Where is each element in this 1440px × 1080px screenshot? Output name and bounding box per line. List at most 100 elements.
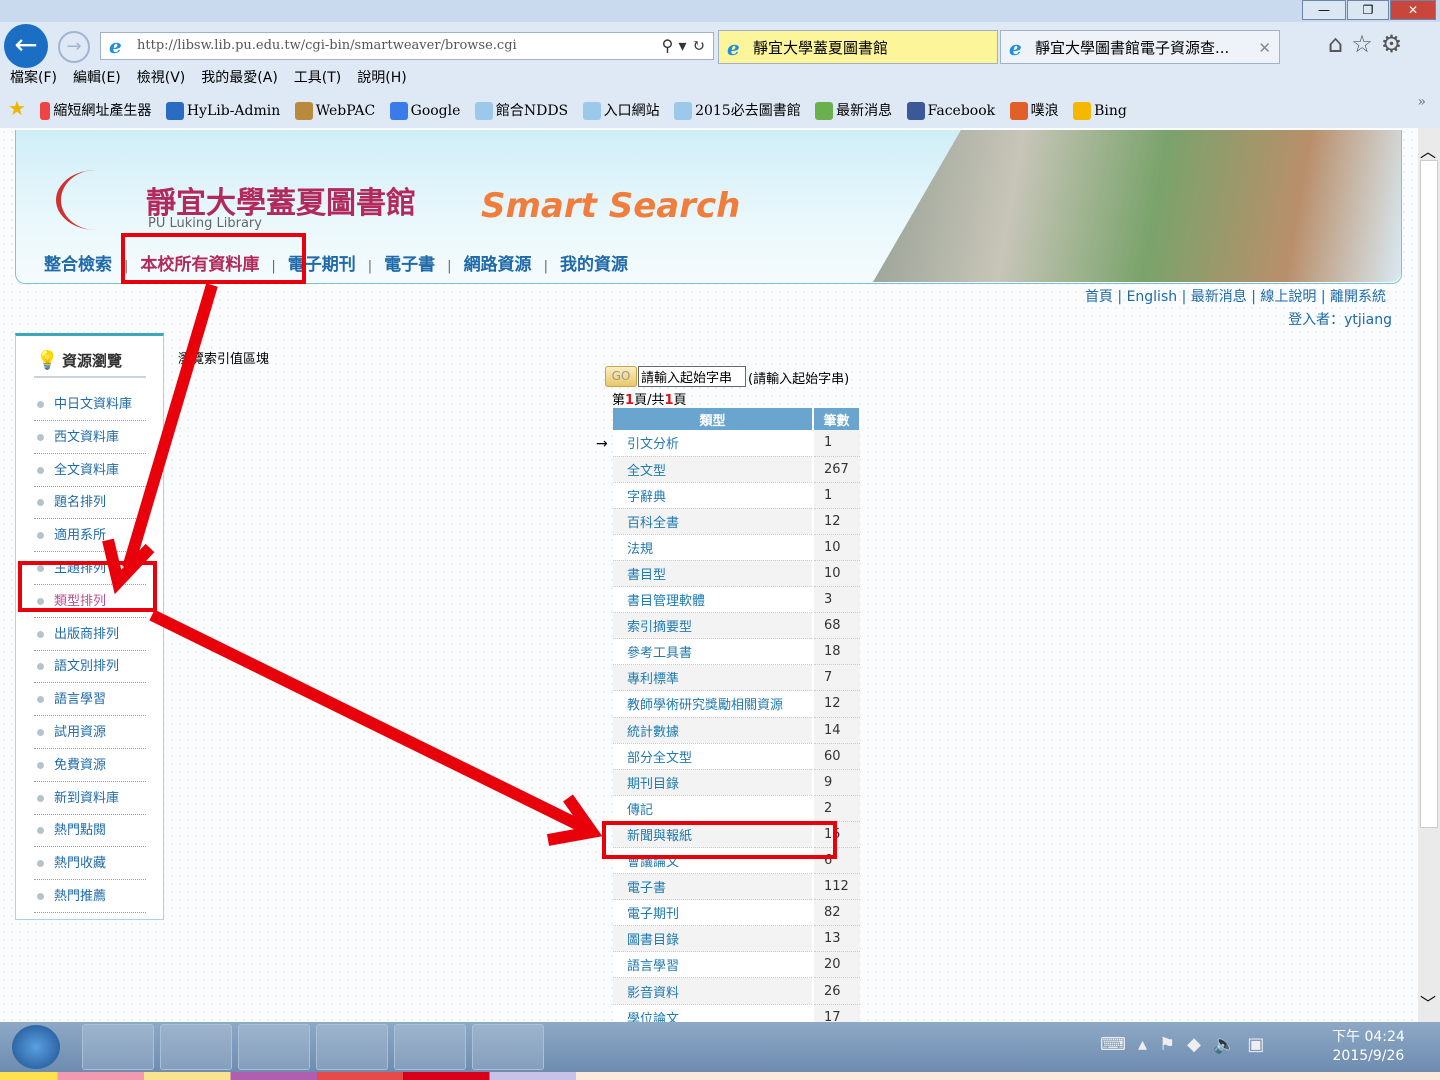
restore-button[interactable]: ❐ — [1347, 0, 1389, 20]
annotation-box-sidebar — [18, 561, 157, 612]
sidebar-item[interactable]: 新到資料庫 — [34, 782, 146, 815]
menu-favorites[interactable]: 我的最愛(A) — [201, 70, 278, 86]
back-button[interactable]: ← — [4, 24, 48, 68]
sidebar-item[interactable]: 西文資料庫 — [34, 421, 146, 454]
menu-view[interactable]: 檢視(V) — [137, 70, 186, 86]
sidebar-item[interactable]: 試用資源 — [34, 716, 146, 749]
type-link[interactable]: 教師學術研究獎勵相關資源 — [613, 690, 813, 718]
fav-item[interactable]: 縮短網址產生器 — [40, 102, 151, 120]
taskbar-explorer[interactable] — [82, 1024, 154, 1070]
type-link[interactable]: 書目管理軟體 — [613, 586, 813, 614]
type-link[interactable]: 期刊目錄 — [613, 769, 813, 796]
fav-item[interactable]: 入口網站 — [582, 102, 660, 120]
type-link[interactable]: 傳記 — [613, 795, 813, 822]
sidebar-item[interactable]: 熱門推薦 — [34, 880, 146, 913]
sidebar-item[interactable]: 熱門收藏 — [34, 847, 146, 881]
start-string-input[interactable] — [638, 366, 746, 387]
fav-item[interactable]: 館合NDDS — [474, 102, 568, 120]
sidebar-item[interactable]: 中日文資料庫 — [34, 388, 146, 421]
menu-tools[interactable]: 工具(T) — [294, 70, 341, 86]
scrollbar-thumb[interactable] — [1420, 160, 1438, 828]
type-link[interactable]: 書目型 — [613, 560, 813, 588]
menu-file[interactable]: 檔案(F) — [10, 70, 57, 86]
nav-my-resources[interactable]: 我的資源 — [560, 255, 628, 275]
type-link[interactable]: 法規 — [613, 534, 813, 561]
type-link[interactable]: 全文型 — [613, 456, 813, 483]
type-link[interactable]: 參考工具書 — [613, 638, 813, 666]
taskbar-firefox[interactable] — [394, 1024, 466, 1070]
type-link[interactable]: 百科全書 — [613, 508, 813, 535]
nav-ebooks[interactable]: 電子書 — [384, 255, 435, 275]
sidebar-item[interactable]: 出版商排列 — [34, 618, 146, 651]
table-row: 全文型 267 — [613, 456, 860, 483]
tab-active[interactable]: e 靜宜大學蓋夏圖書館 — [718, 30, 998, 64]
scroll-down-icon[interactable]: ﹀ — [1420, 990, 1436, 1014]
taskbar-ie[interactable] — [238, 1024, 310, 1070]
type-link[interactable]: 統計數據 — [613, 717, 813, 744]
count-cell: 17 — [812, 1004, 860, 1022]
table-row: 書目型 10 — [613, 560, 860, 588]
link-logout[interactable]: 離開系統 — [1330, 289, 1386, 305]
favorites-star-icon[interactable]: ★ — [8, 96, 26, 120]
fav-item[interactable]: 最新消息 — [815, 102, 892, 120]
col-count[interactable]: 筆數 — [813, 408, 861, 430]
fav-item[interactable]: 2015必去圖書館 — [674, 102, 801, 120]
link-help[interactable]: 線上說明 — [1260, 289, 1316, 305]
more-favorites-chevron[interactable]: » — [1417, 86, 1426, 118]
type-link[interactable]: 電子期刊 — [613, 899, 813, 927]
col-type[interactable]: 類型 — [613, 408, 814, 430]
type-link[interactable]: 字辭典 — [613, 482, 813, 509]
menu-help[interactable]: 說明(H) — [357, 70, 406, 86]
taskbar-powerpoint[interactable] — [472, 1024, 544, 1070]
fav-item[interactable]: Facebook — [906, 102, 995, 120]
minimize-button[interactable]: — — [1302, 0, 1346, 20]
nav-integrated-search[interactable]: 整合檢索 — [44, 255, 112, 275]
sidebar-item[interactable]: 題名排列 — [34, 486, 146, 520]
link-english[interactable]: English — [1127, 289, 1178, 305]
type-link[interactable]: 部分全文型 — [613, 743, 813, 770]
campus-photo — [873, 130, 1401, 282]
fav-item[interactable]: Google — [389, 102, 460, 120]
fav-item[interactable]: Bing — [1073, 102, 1127, 120]
menu-edit[interactable]: 編輯(E) — [73, 70, 121, 86]
type-link[interactable]: 電子書 — [613, 873, 813, 901]
sidebar-item[interactable]: 全文資料庫 — [34, 454, 146, 487]
type-link[interactable]: 索引摘要型 — [613, 612, 813, 640]
link-home[interactable]: 首頁 — [1085, 289, 1113, 305]
tab-inactive[interactable]: e 靜宜大學圖書館電子資源查... ✕ — [1000, 30, 1280, 64]
type-link[interactable]: 引文分析 — [613, 430, 813, 457]
sidebar-item[interactable]: 免費資源 — [34, 749, 146, 782]
type-link[interactable]: 圖書目錄 — [613, 925, 813, 953]
fav-item[interactable]: WebPAC — [294, 102, 375, 120]
nav-web-resources[interactable]: 網路資源 — [464, 255, 532, 275]
library-name-en: PU Luking Library — [148, 216, 262, 231]
go-button[interactable]: GO — [605, 366, 637, 387]
clock[interactable]: 下午 04:24 2015/9/26 — [1332, 1028, 1405, 1066]
start-button[interactable] — [12, 1025, 60, 1069]
sidebar-item[interactable]: 語言學習 — [34, 683, 146, 717]
fav-item[interactable]: 噗浪 — [1009, 102, 1059, 120]
link-news[interactable]: 最新消息 — [1191, 289, 1247, 305]
type-link[interactable]: 學位論文 — [613, 1004, 813, 1022]
taskbar-chrome[interactable] — [316, 1024, 388, 1070]
title-bar — [0, 0, 1440, 22]
sidebar-item[interactable]: 適用系所 — [34, 519, 146, 553]
sidebar-item[interactable]: 語文別排列 — [34, 650, 146, 684]
sidebar: 💡 資源瀏覽 中日文資料庫 西文資料庫 全文資料庫 題名排列 適用系所 主題排列 類型排列出… — [15, 333, 164, 920]
count-cell: 12 — [812, 508, 860, 535]
home-star-gear-icons[interactable]: ⌂☆⚙ — [1328, 30, 1410, 58]
type-link[interactable]: 專利標準 — [613, 664, 813, 692]
search-refresh-icons[interactable]: ⚲ ▾ ↻ — [662, 33, 705, 59]
close-window-button[interactable]: ✕ — [1390, 0, 1436, 20]
type-link[interactable]: 影音資料 — [613, 977, 813, 1005]
taskbar-window[interactable] — [160, 1024, 232, 1070]
type-link[interactable]: 語言學習 — [613, 951, 813, 979]
address-bar[interactable]: e http://libsw.lib.pu.edu.tw/cgi-bin/sma… — [100, 32, 714, 60]
count-cell: 13 — [812, 925, 860, 953]
scroll-up-icon[interactable]: ︿ — [1420, 138, 1436, 162]
close-tab-icon[interactable]: ✕ — [1258, 31, 1271, 65]
sidebar-item[interactable]: 熱門點閱 — [34, 814, 146, 848]
forward-button[interactable]: → — [58, 31, 90, 63]
tray-icons[interactable]: ⌨▴⚑◆🔈▣ — [1100, 1034, 1276, 1055]
fav-item[interactable]: HyLib-Admin — [165, 102, 280, 120]
